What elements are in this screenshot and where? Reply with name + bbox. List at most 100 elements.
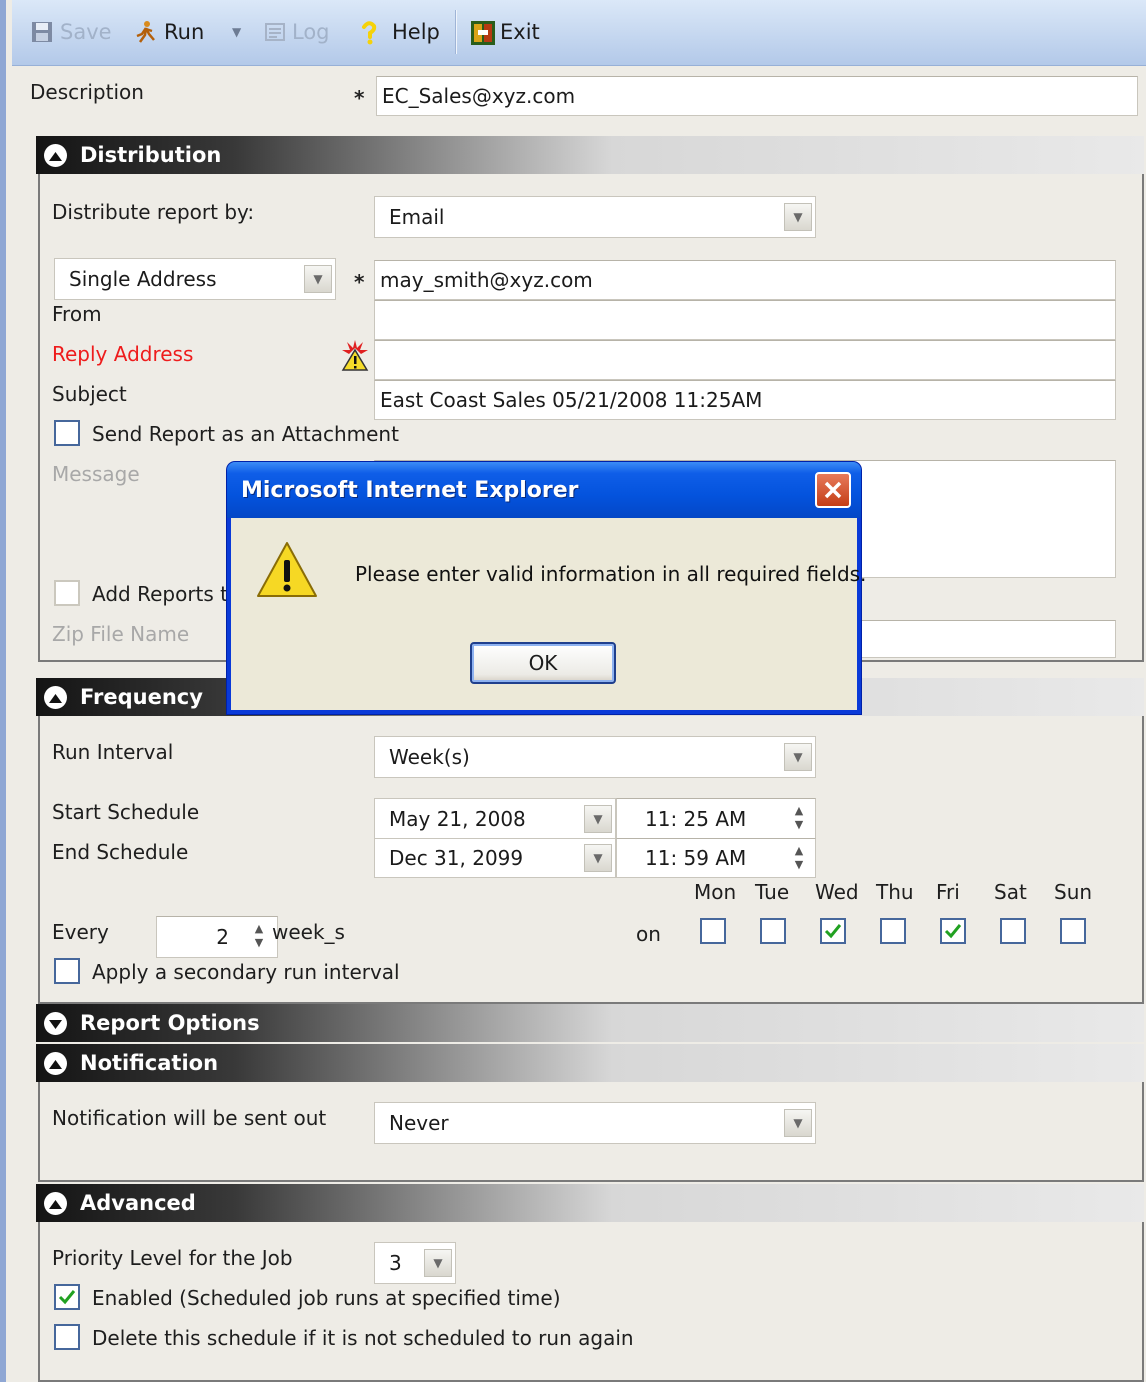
day-checkbox-tue[interactable]: [760, 918, 786, 944]
required-marker: *: [354, 86, 365, 110]
running-person-icon: [134, 20, 158, 44]
spin-up-icon[interactable]: ▲: [795, 844, 803, 858]
checkmark-icon: [58, 1290, 76, 1305]
spin-up-icon[interactable]: ▲: [795, 804, 803, 818]
start-schedule-label: Start Schedule: [52, 800, 200, 824]
day-checkbox-thu[interactable]: [880, 918, 906, 944]
exit-button[interactable]: Exit: [470, 14, 540, 50]
to-address-input[interactable]: may_smith@xyz.com: [374, 260, 1116, 300]
spin-up-icon[interactable]: ▲: [255, 922, 263, 936]
log-icon: [262, 20, 286, 44]
delete-schedule-checkbox[interactable]: [54, 1324, 80, 1350]
day-checkbox-mon[interactable]: [700, 918, 726, 944]
close-icon: [824, 481, 842, 499]
day-label-wed: Wed: [815, 880, 859, 904]
section-header-advanced[interactable]: Advanced: [36, 1184, 1144, 1222]
chevron-down-icon[interactable]: ▼: [304, 265, 332, 293]
description-input[interactable]: EC_Sales@xyz.com: [376, 76, 1138, 116]
reply-address-input[interactable]: [374, 340, 1116, 380]
message-label: Message: [52, 462, 140, 486]
collapse-up-icon[interactable]: [44, 1052, 67, 1075]
run-button[interactable]: Run: [134, 14, 204, 50]
add-reports-checkbox[interactable]: [54, 580, 80, 606]
day-label-mon: Mon: [694, 880, 737, 904]
day-label-fri: Fri: [936, 880, 960, 904]
day-checkbox-fri[interactable]: [940, 918, 966, 944]
secondary-interval-label: Apply a secondary run interval: [92, 960, 400, 984]
log-button[interactable]: Log: [262, 14, 330, 50]
exit-door-icon: [470, 20, 495, 45]
floppy-disk-icon: [30, 20, 54, 44]
subject-label: Subject: [52, 382, 127, 406]
subject-input[interactable]: East Coast Sales 05/21/2008 11:25AM: [374, 380, 1116, 420]
help-button[interactable]: Help: [360, 14, 440, 50]
send-attachment-checkbox[interactable]: [54, 420, 80, 446]
collapse-up-icon[interactable]: [44, 1192, 67, 1215]
priority-select[interactable]: 3 ▼: [374, 1242, 456, 1284]
secondary-interval-checkbox[interactable]: [54, 958, 80, 984]
toolbar-separator: [455, 10, 457, 54]
end-time-spinner[interactable]: ▲ ▼: [786, 840, 812, 876]
day-checkbox-sat[interactable]: [1000, 918, 1026, 944]
chevron-down-icon[interactable]: ▼: [584, 844, 612, 872]
ok-button[interactable]: OK: [470, 642, 616, 684]
collapse-up-icon[interactable]: [44, 144, 67, 167]
add-reports-label: Add Reports t: [92, 582, 228, 606]
chevron-down-icon: ▼: [232, 25, 242, 39]
description-label: Description: [30, 80, 144, 104]
distribute-by-select[interactable]: Email ▼: [374, 196, 816, 238]
start-time-spinner[interactable]: ▲ ▼: [786, 800, 812, 836]
start-date-select[interactable]: May 21, 2008 ▼: [374, 798, 616, 840]
spin-down-icon[interactable]: ▼: [255, 936, 263, 950]
run-dropdown-arrow[interactable]: ▼: [232, 14, 241, 50]
priority-label: Priority Level for the Job: [52, 1246, 293, 1270]
every-label: Every: [52, 920, 109, 944]
day-checkbox-sun[interactable]: [1060, 918, 1086, 944]
day-label-sun: Sun: [1054, 880, 1093, 904]
dialog-body: Please enter valid information in all re…: [231, 518, 866, 710]
day-label-sat: Sat: [994, 880, 1027, 904]
alert-dialog: Microsoft Internet Explorer Please enter…: [227, 462, 866, 714]
day-label-thu: Thu: [876, 880, 914, 904]
checkmark-icon: [944, 924, 962, 939]
notification-label: Notification will be sent out: [52, 1106, 327, 1130]
day-checkbox-wed[interactable]: [820, 918, 846, 944]
day-label-tue: Tue: [755, 880, 790, 904]
from-input[interactable]: [374, 300, 1116, 340]
chevron-down-icon[interactable]: ▼: [584, 805, 612, 833]
address-type-select[interactable]: Single Address ▼: [54, 258, 336, 300]
save-button[interactable]: Save: [30, 14, 112, 50]
distribute-by-label: Distribute report by:: [52, 200, 255, 224]
section-header-report-options[interactable]: Report Options: [36, 1004, 1144, 1042]
delete-schedule-label: Delete this schedule if it is not schedu…: [92, 1326, 634, 1350]
from-label: From: [52, 302, 102, 326]
on-label: on: [636, 922, 661, 946]
every-unit-label: week_s: [272, 920, 345, 944]
expand-down-icon[interactable]: [44, 1012, 67, 1035]
dialog-message: Please enter valid information in all re…: [355, 562, 867, 586]
dialog-title: Microsoft Internet Explorer: [227, 462, 861, 518]
notification-select[interactable]: Never ▼: [374, 1102, 816, 1144]
spin-down-icon[interactable]: ▼: [795, 818, 803, 832]
section-header-notification[interactable]: Notification: [36, 1044, 1144, 1082]
spin-down-icon[interactable]: ▼: [795, 858, 803, 872]
enabled-label: Enabled (Scheduled job runs at specified…: [92, 1286, 561, 1310]
help-question-icon: [360, 20, 378, 45]
every-count-spinner[interactable]: ▲ ▼: [246, 918, 272, 954]
end-date-select[interactable]: Dec 31, 2099 ▼: [374, 838, 616, 878]
toolbar: Save Run ▼ Log Help Exit: [12, 0, 1146, 66]
collapse-up-icon[interactable]: [44, 686, 67, 709]
run-interval-select[interactable]: Week(s) ▼: [374, 736, 816, 778]
section-header-distribution[interactable]: Distribution: [36, 136, 1144, 174]
chevron-down-icon[interactable]: ▼: [784, 1109, 812, 1137]
enabled-checkbox[interactable]: [54, 1284, 80, 1310]
chevron-down-icon[interactable]: ▼: [424, 1249, 452, 1277]
scheduler-window: Save Run ▼ Log Help Exit Description * E…: [0, 0, 1146, 1382]
chevron-down-icon[interactable]: ▼: [784, 743, 812, 771]
zip-file-name-label: Zip File Name: [52, 622, 190, 646]
warning-burst-icon: [340, 338, 370, 377]
close-button[interactable]: [815, 472, 851, 508]
reply-address-label: Reply Address: [52, 342, 194, 366]
chevron-down-icon[interactable]: ▼: [784, 203, 812, 231]
warning-icon: [255, 540, 319, 605]
